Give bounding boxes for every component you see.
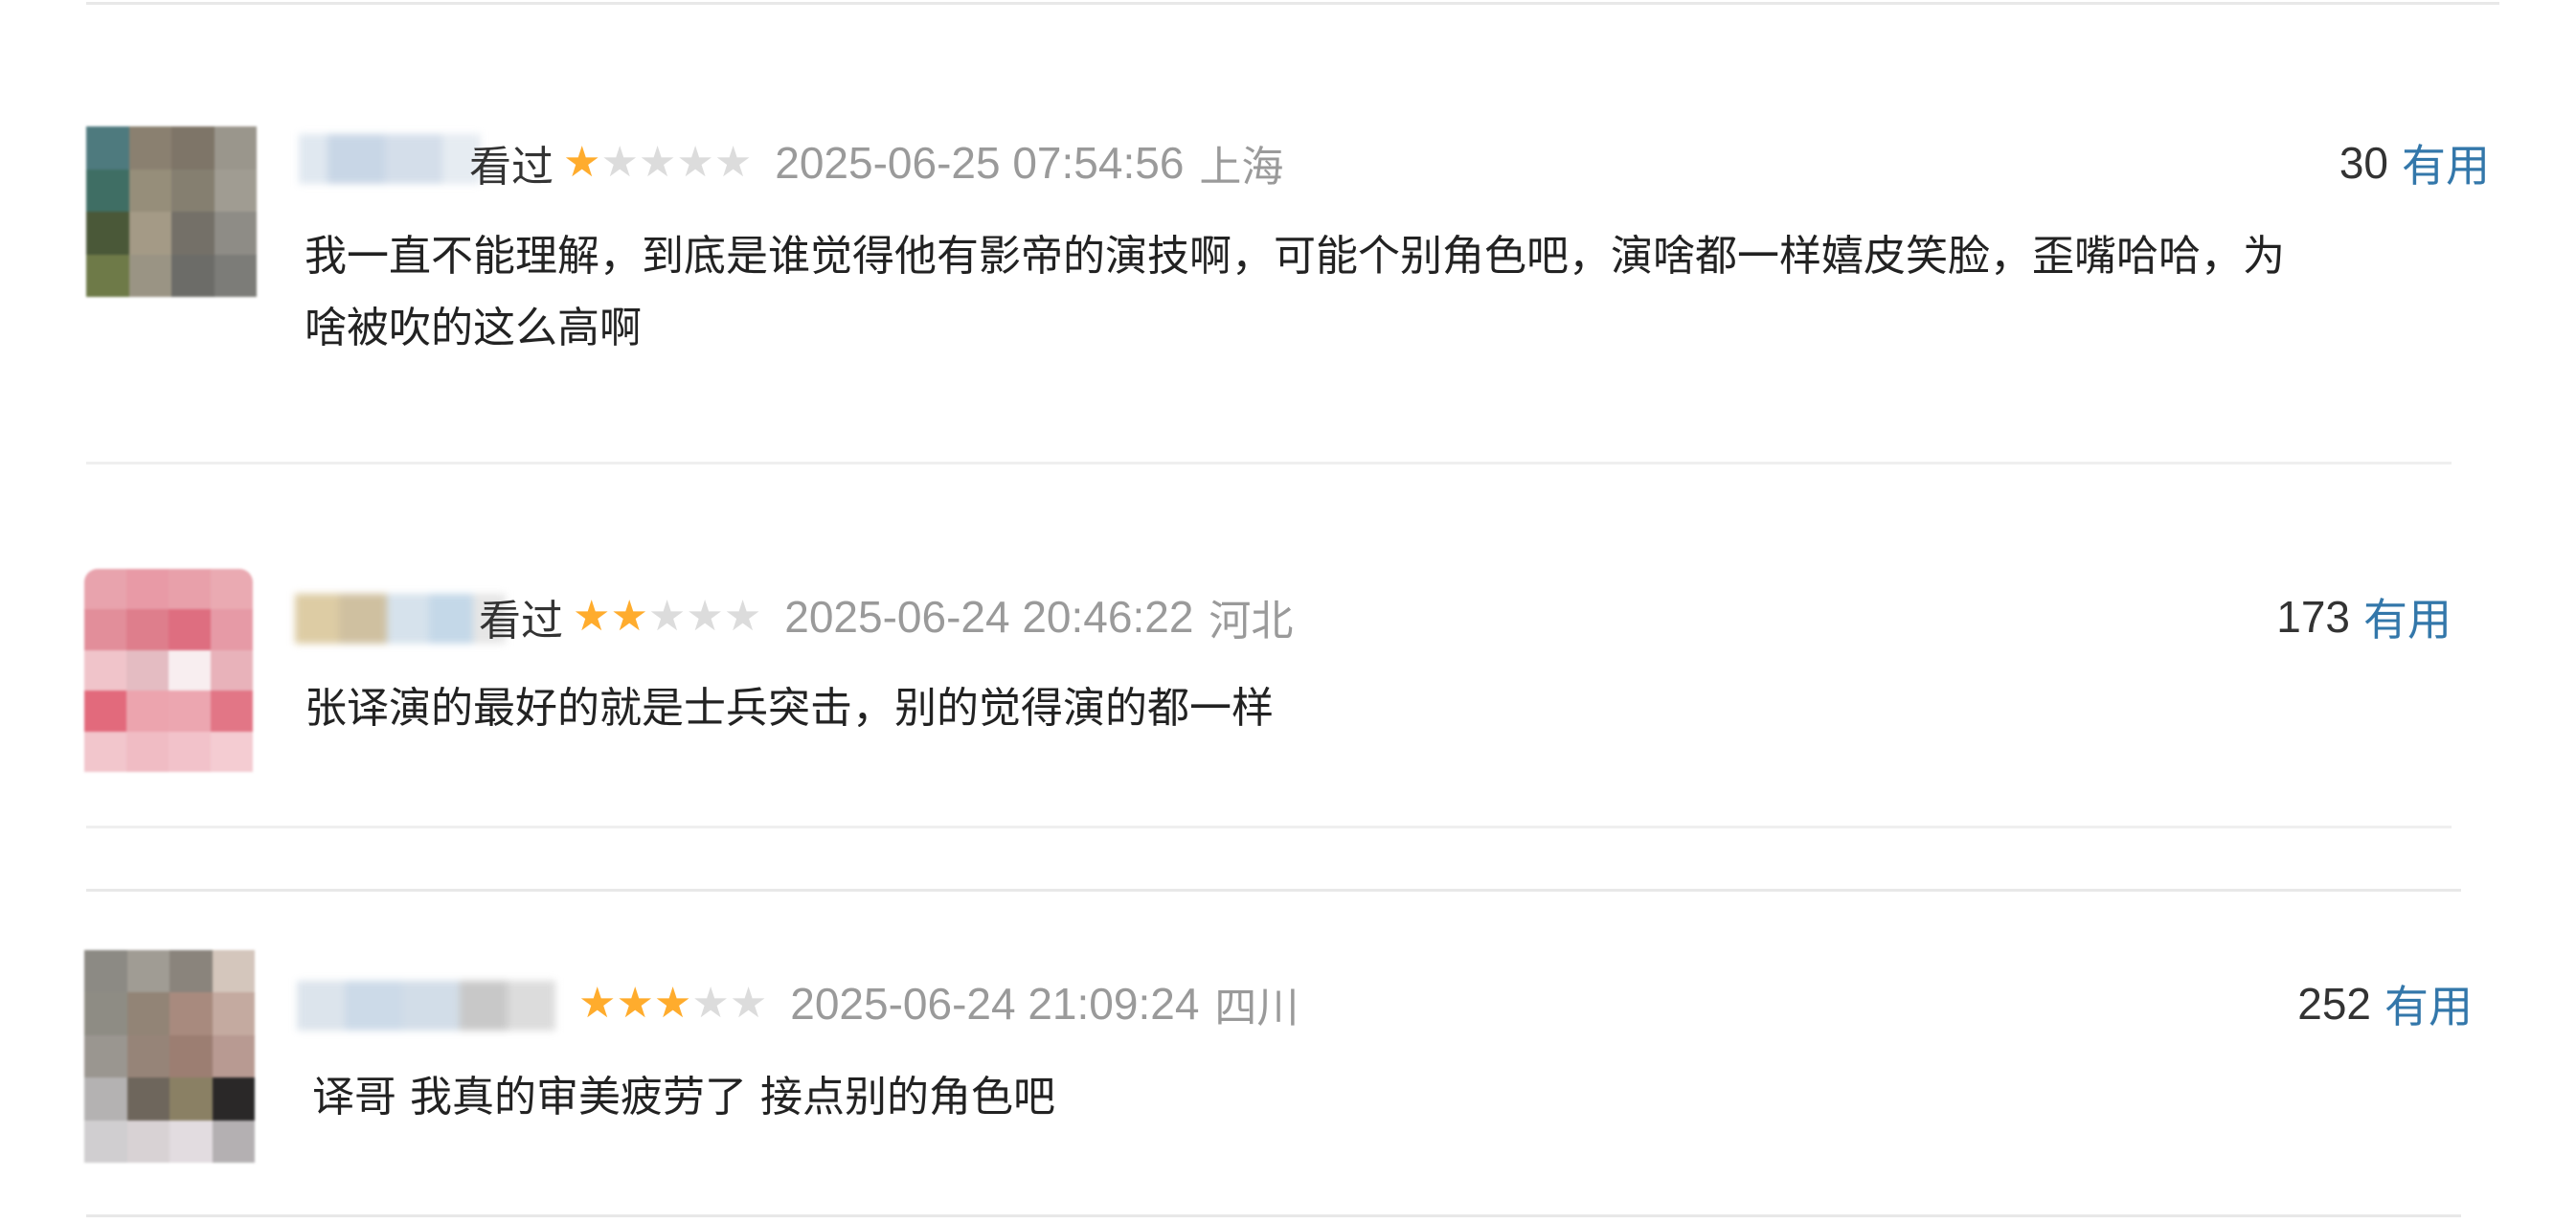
star-icon: ★ <box>653 979 692 1028</box>
comment-time: 2025-06-24 21:09:24 <box>790 979 1200 1029</box>
comment-location: 上海 <box>1199 143 1284 192</box>
star-icon: ★ <box>578 979 617 1028</box>
star-icon: ★ <box>713 138 753 187</box>
comment-location: 四川 <box>1214 984 1299 1032</box>
star-icon: ★ <box>616 979 654 1028</box>
star-icon: ★ <box>600 138 639 187</box>
divider <box>86 826 2452 828</box>
vote-count: 252 <box>2297 979 2371 1029</box>
comment-text-line: 我一直不能理解，到底是谁觉得他有影帝的演技啊，可能个别角色吧，演啥都一样嬉皮笑脸… <box>305 232 2285 281</box>
vote-area: 173 有用 <box>2276 588 2452 646</box>
avatar[interactable] <box>86 126 257 297</box>
star-icon: ★ <box>573 592 611 641</box>
username-blurred[interactable] <box>295 594 506 644</box>
star-icon: ★ <box>676 138 714 187</box>
vote-area: 252 有用 <box>2297 975 2473 1032</box>
useful-button[interactable]: 有用 <box>2384 972 2473 1035</box>
comment-text-line: 张译演的最好的就是士兵突击，别的觉得演的都一样 <box>305 684 1274 733</box>
username-blurred[interactable] <box>299 134 481 184</box>
star-icon: ★ <box>638 138 677 187</box>
comment-text-line: 啥被吹的这么高啊 <box>305 304 642 352</box>
comment-text: 张译演的最好的就是士兵突击，别的觉得演的都一样 <box>305 672 1274 744</box>
star-icon: ★ <box>647 592 687 641</box>
rating-stars: ★ ★ ★ ★ ★ <box>573 596 761 638</box>
star-icon: ★ <box>686 592 724 641</box>
divider <box>86 889 2461 892</box>
useful-button[interactable]: 有用 <box>2363 585 2452 648</box>
comment-time: 2025-06-24 20:46:22 <box>784 592 1194 642</box>
divider <box>86 462 2452 465</box>
comment-text: 译哥 我真的审美疲劳了 接点别的角色吧 <box>312 1061 1055 1133</box>
watch-status: 看过 <box>479 597 563 646</box>
comment-meta: ★ ★ ★ ★ ★ 2025-06-24 21:09:24 四川 <box>569 975 1299 1032</box>
vote-area: 30 有用 <box>2339 134 2490 192</box>
star-icon: ★ <box>563 138 601 187</box>
watch-status: 看过 <box>469 143 554 192</box>
star-icon: ★ <box>729 979 768 1028</box>
vote-count: 30 <box>2339 138 2388 188</box>
useful-button[interactable]: 有用 <box>2402 131 2490 194</box>
comment-text: 我一直不能理解，到底是谁觉得他有影帝的演技啊，可能个别角色吧，演啥都一样嬉皮笑脸… <box>305 220 2285 364</box>
avatar[interactable] <box>84 950 255 1163</box>
comment-text-line: 译哥 我真的审美疲劳了 接点别的角色吧 <box>312 1073 1055 1122</box>
star-icon: ★ <box>723 592 762 641</box>
star-icon: ★ <box>610 592 648 641</box>
divider <box>86 1214 2461 1217</box>
username-blurred[interactable] <box>297 981 555 1031</box>
rating-stars: ★ ★ ★ ★ ★ <box>578 983 767 1025</box>
divider <box>86 2 2499 5</box>
avatar[interactable] <box>84 569 253 772</box>
star-icon: ★ <box>691 979 730 1028</box>
comment-time: 2025-06-25 07:54:56 <box>775 138 1185 188</box>
comment-meta: 看过 ★ ★ ★ ★ ★ 2025-06-25 07:54:56 上海 <box>469 134 1283 192</box>
comment-meta: 看过 ★ ★ ★ ★ ★ 2025-06-24 20:46:22 河北 <box>479 588 1293 646</box>
comment-location: 河北 <box>1209 597 1294 646</box>
rating-stars: ★ ★ ★ ★ ★ <box>563 142 752 184</box>
vote-count: 173 <box>2276 592 2350 642</box>
